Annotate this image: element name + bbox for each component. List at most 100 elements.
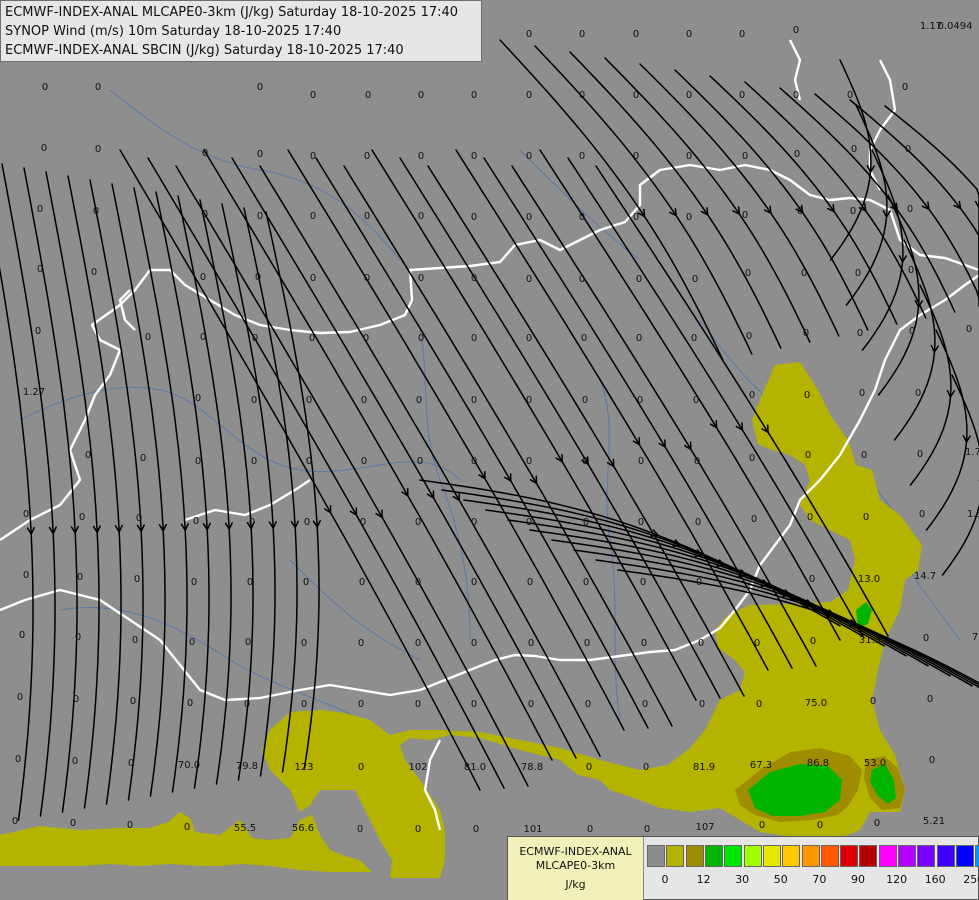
grid-value: 0 — [127, 820, 133, 831]
grid-value: 0 — [686, 151, 692, 162]
grid-value: 0 — [583, 577, 589, 588]
legend-model: ECMWF-INDEX-ANAL — [519, 845, 632, 858]
grid-value: 0 — [132, 635, 138, 646]
grid-value: 0 — [130, 696, 136, 707]
grid-value: 0 — [471, 638, 477, 649]
legend-tick-label: 50 — [773, 873, 788, 886]
grid-value: 0 — [581, 333, 587, 344]
grid-value: 0 — [415, 638, 421, 649]
legend-swatch — [762, 845, 781, 867]
grid-value: 0 — [579, 29, 585, 40]
grid-value: 0 — [526, 274, 532, 285]
legend-swatch — [936, 845, 955, 867]
grid-value: 0 — [140, 453, 146, 464]
grid-value: 0 — [255, 272, 261, 283]
grid-value: 0 — [95, 144, 101, 155]
grid-value: 0 — [202, 209, 208, 220]
grid-value: 70.0 — [178, 760, 200, 771]
grid-value: 0 — [471, 90, 477, 101]
grid-value: 0 — [855, 268, 861, 279]
grid-value: 0 — [191, 577, 197, 588]
legend-tick-label: 12 — [696, 873, 711, 886]
grid-value: 0 — [633, 90, 639, 101]
legend-tick-label: 250 — [963, 873, 979, 886]
grid-value: 13.0 — [858, 574, 880, 585]
legend-swatch — [704, 845, 723, 867]
legend-tick-label: 160 — [924, 873, 946, 886]
grid-value: 0 — [257, 82, 263, 93]
grid-value: 0 — [797, 206, 803, 217]
grid-value: 0 — [528, 699, 534, 710]
legend-tick-label: 0 — [661, 873, 669, 886]
grid-value: 0 — [417, 456, 423, 467]
grid-value: 0 — [699, 699, 705, 710]
grid-value: 0 — [902, 82, 908, 93]
grid-value: 102 — [408, 762, 427, 773]
grid-value: 0 — [749, 453, 755, 464]
legend-swatch — [820, 845, 839, 867]
title-line-synop-wind: SYNOP Wind (m/s) 10m Saturday 18-10-2025… — [5, 24, 342, 39]
grid-value: 0 — [756, 699, 762, 710]
legend-swatch — [685, 845, 704, 867]
grid-value: 0 — [526, 395, 532, 406]
grid-value: 0 — [358, 699, 364, 710]
grid-value: 0 — [794, 149, 800, 160]
legend-swatch — [801, 845, 820, 867]
grid-value: 0 — [251, 395, 257, 406]
grid-value: 0 — [526, 90, 532, 101]
grid-value: 0 — [416, 395, 422, 406]
grid-value: 0 — [644, 824, 650, 835]
grid-value: 0 — [807, 512, 813, 523]
grid-value: 0 — [364, 151, 370, 162]
grid-value: 0 — [749, 390, 755, 401]
legend-swatches — [647, 845, 979, 867]
legend-swatch — [840, 845, 859, 867]
grid-value: 0 — [915, 388, 921, 399]
grid-value: 0 — [301, 699, 307, 710]
legend-tick-label: 120 — [886, 873, 908, 886]
grid-value: 0 — [306, 395, 312, 406]
grid-value: 0 — [310, 151, 316, 162]
grid-value: 0 — [579, 274, 585, 285]
grid-value: 0 — [694, 456, 700, 467]
title-line-mlcape: ECMWF-INDEX-ANAL MLCAPE0-3km (J/kg) Satu… — [5, 5, 459, 20]
grid-value: 0 — [195, 456, 201, 467]
grid-value: 56.6 — [292, 823, 314, 834]
grid-value: 0 — [193, 516, 199, 527]
grid-value: 0 — [586, 762, 592, 773]
grid-value: 0 — [917, 449, 923, 460]
grid-value: 0 — [72, 756, 78, 767]
grid-value: 0 — [418, 333, 424, 344]
grid-value: 0 — [19, 630, 25, 641]
grid-value: 0.0494 — [938, 21, 973, 32]
grid-value: 0 — [686, 29, 692, 40]
grid-value: 75.0 — [805, 698, 827, 709]
grid-value: 67.3 — [750, 760, 772, 771]
grid-value: 0 — [909, 326, 915, 337]
grid-value: 0 — [579, 151, 585, 162]
grid-value: 0 — [686, 212, 692, 223]
grid-value: 0 — [77, 572, 83, 583]
grid-value: 0 — [636, 274, 642, 285]
grid-value: 0 — [85, 450, 91, 461]
grid-value: 0 — [817, 820, 823, 831]
grid-value: 0 — [691, 333, 697, 344]
grid-value: 0 — [582, 395, 588, 406]
grid-value: 0 — [636, 333, 642, 344]
grid-value: 0 — [364, 273, 370, 284]
grid-value: 0 — [526, 151, 532, 162]
grid-value: 0 — [471, 212, 477, 223]
grid-value: 101 — [523, 824, 542, 835]
grid-value: 0 — [303, 577, 309, 588]
grid-value: 0 — [415, 577, 421, 588]
grid-value: 0 — [473, 824, 479, 835]
grid-value: 0 — [637, 395, 643, 406]
legend-tick-label: 90 — [851, 873, 865, 886]
grid-value: 0 — [742, 151, 748, 162]
weather-map[interactable]: 0 0 0 0 0 0 0 0 0 0 0 0 0 0 0 0 0 0 0 0 0 0 0 0 0 0 0 0 0 0 0 0 0 0 0 0 0 0 0 0… — [0, 0, 979, 900]
grid-value: 0 — [301, 638, 307, 649]
map-canvas[interactable]: 0 0 0 0 0 0 0 0 0 0 0 0 0 0 0 0 0 0 0 0 0 0 0 0 0 0 0 0 0 0 0 0 0 0 0 0 0 0 0 0… — [0, 0, 979, 900]
grid-value: 0 — [584, 638, 590, 649]
grid-value: 0 — [851, 144, 857, 155]
grid-value: 0 — [195, 393, 201, 404]
